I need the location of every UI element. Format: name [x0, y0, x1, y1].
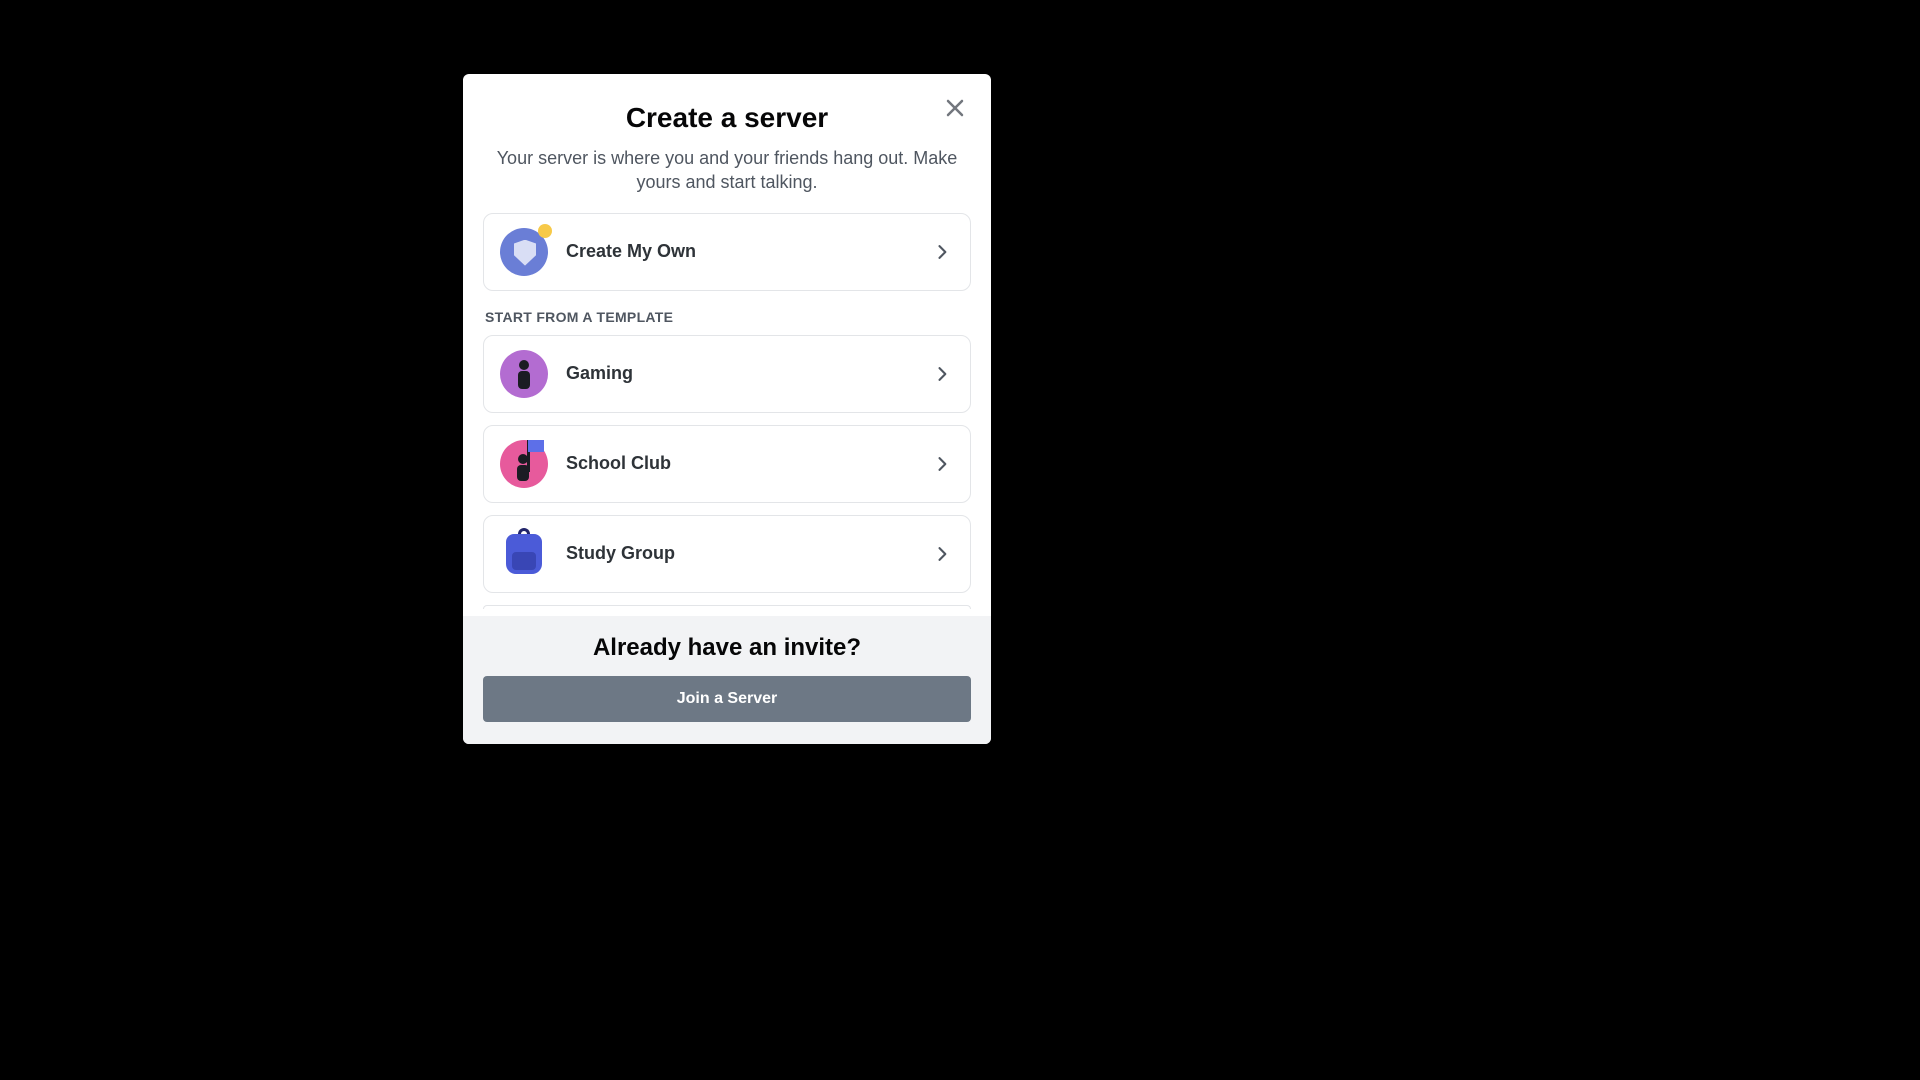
close-button[interactable]: [941, 96, 969, 124]
chevron-right-icon: [932, 454, 952, 474]
join-server-button[interactable]: Join a Server: [483, 676, 971, 722]
option-label: Study Group: [566, 543, 932, 564]
modal-title: Create a server: [495, 102, 959, 134]
chevron-right-icon: [932, 242, 952, 262]
school-club-icon: [500, 440, 548, 488]
template-option-study-group[interactable]: Study Group: [483, 515, 971, 593]
modal-footer: Already have an invite? Join a Server: [463, 616, 991, 744]
create-server-modal: Create a server Your server is where you…: [463, 74, 991, 744]
template-option-school-club[interactable]: School Club: [483, 425, 971, 503]
study-group-icon: [500, 530, 548, 578]
template-option-peek[interactable]: [483, 605, 971, 609]
option-label: Create My Own: [566, 241, 932, 262]
create-my-own-icon: [500, 228, 548, 276]
close-icon: [943, 96, 967, 125]
gaming-icon: [500, 350, 548, 398]
create-my-own-option[interactable]: Create My Own: [483, 213, 971, 291]
option-label: Gaming: [566, 363, 932, 384]
chevron-right-icon: [932, 364, 952, 384]
template-section-label: START FROM A TEMPLATE: [485, 309, 971, 325]
options-scroll[interactable]: Create My Own START FROM A TEMPLATE Gami…: [463, 199, 991, 616]
footer-heading: Already have an invite?: [483, 634, 971, 662]
template-option-gaming[interactable]: Gaming: [483, 335, 971, 413]
option-label: School Club: [566, 453, 932, 474]
modal-subtitle: Your server is where you and your friend…: [495, 146, 959, 195]
chevron-right-icon: [932, 544, 952, 564]
modal-header: Create a server Your server is where you…: [463, 74, 991, 199]
